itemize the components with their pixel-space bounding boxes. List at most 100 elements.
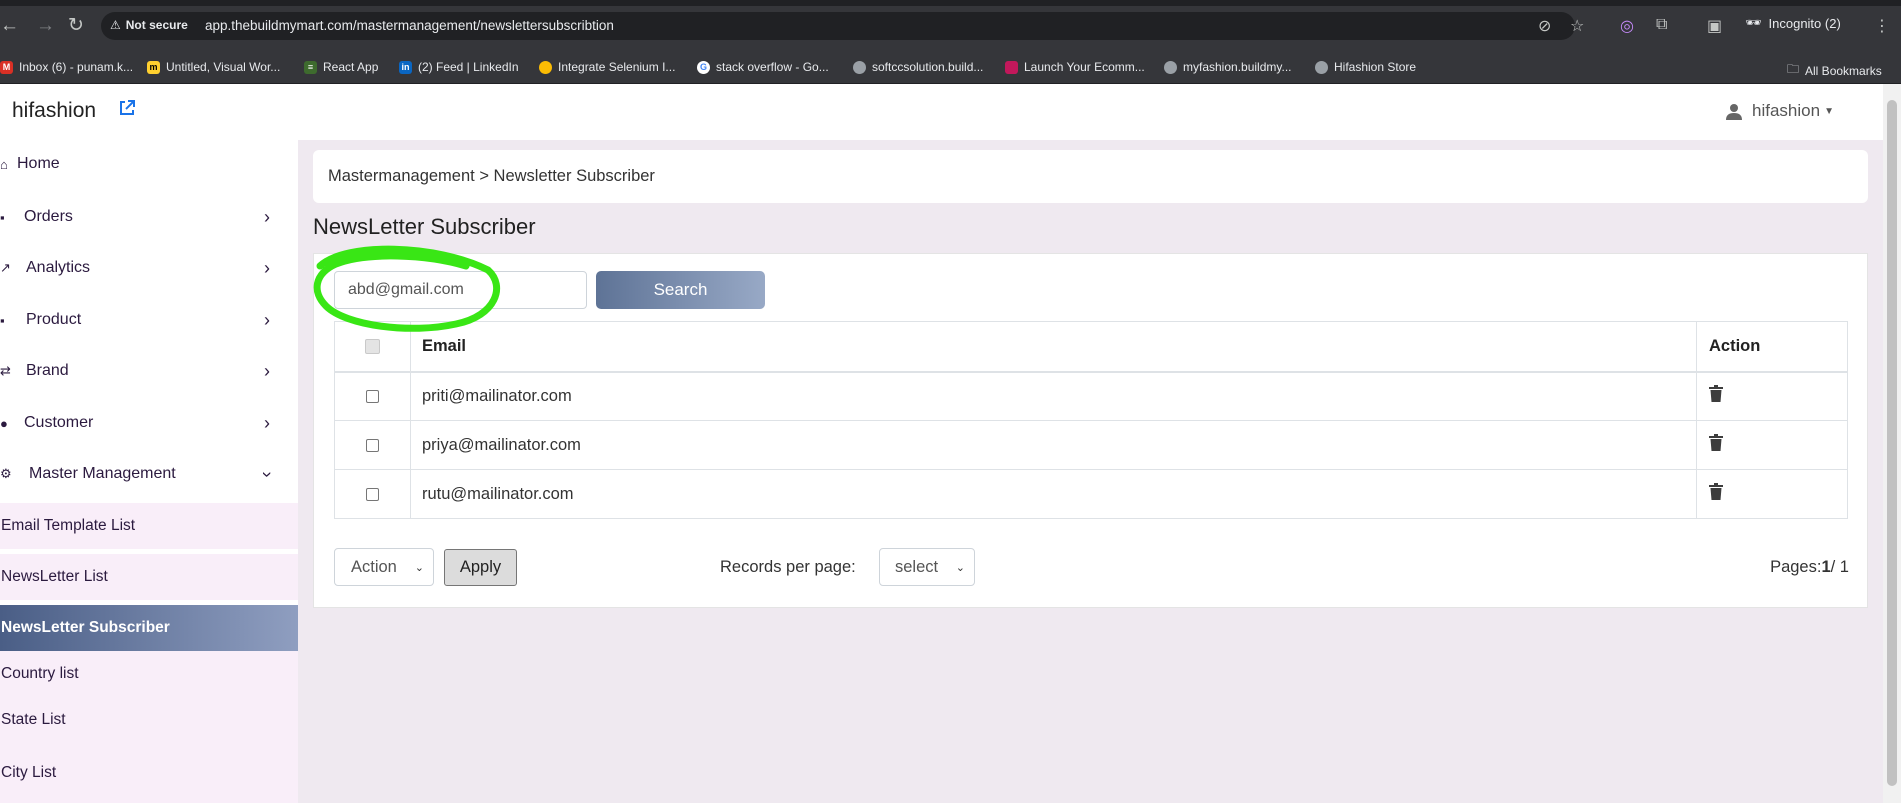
user-icon (1726, 103, 1742, 120)
globe-icon (1315, 60, 1328, 74)
bulk-action-select[interactable]: Action ⌄ (334, 548, 434, 586)
row-checkbox[interactable] (366, 438, 379, 452)
chevron-right-icon: › (264, 360, 270, 381)
sidebar-item-label: Analytics (26, 259, 91, 276)
extensions-icon[interactable]: ⧉ (1656, 16, 1667, 34)
records-per-page-label: Records per page: (720, 558, 856, 576)
email-cell: priti@mailinator.com (410, 371, 1697, 421)
sidebar-item-customer[interactable]: ● Customer › (0, 399, 298, 447)
menu-icon[interactable]: ⋮ (1874, 16, 1890, 36)
forward-icon[interactable]: → (36, 16, 55, 35)
sidebar-item-orders[interactable]: ▪ Orders › (0, 193, 298, 241)
gmail-icon: M (0, 60, 13, 74)
email-search-input[interactable] (334, 271, 587, 309)
submenu-item-email-template-list[interactable]: Email Template List (0, 503, 298, 549)
submenu-item-city-list[interactable]: City List (0, 743, 298, 803)
subscriber-panel: Search Email Action priti@mailinator.com… (313, 245, 1868, 608)
bookmark[interactable]: Launch Your Ecomm... (1005, 60, 1145, 74)
bookmark[interactable]: myfashion.buildmy... (1164, 60, 1292, 74)
chevron-right-icon: › (264, 257, 270, 278)
trash-icon[interactable] (1709, 434, 1723, 451)
linkedin-icon: in (399, 60, 412, 74)
trash-icon[interactable] (1709, 483, 1723, 500)
eye-off-icon[interactable]: ⊘ (1538, 16, 1551, 36)
subscriber-table: Email Action priti@mailinator.com priya@… (334, 321, 1848, 519)
home-icon: ⌂ (0, 156, 8, 172)
incognito-label: Incognito (2) (1768, 15, 1841, 31)
side-panel-icon[interactable]: ▣ (1707, 16, 1722, 36)
row-checkbox[interactable] (366, 487, 379, 501)
chevron-down-icon: ⌄ (955, 561, 965, 574)
table-row: rutu@mailinator.com (334, 469, 1848, 519)
trash-icon[interactable] (1709, 385, 1723, 403)
apply-button[interactable]: Apply (444, 549, 517, 586)
all-bookmarks[interactable]: 🗀 All Bookmarks (1787, 60, 1882, 81)
pagination-info: Pages:1/ 1 (1770, 558, 1849, 576)
records-per-page-select[interactable]: select ⌄ (879, 548, 975, 586)
external-link-icon[interactable] (118, 99, 136, 122)
globe-icon (1164, 60, 1177, 74)
sidebar-item-product[interactable]: ▪ Product › (0, 296, 298, 344)
google-icon: G (697, 60, 710, 74)
bookmark[interactable]: m Untitled, Visual Wor... (147, 60, 280, 74)
sidebar-item-home[interactable]: ⌂ Home (0, 140, 298, 188)
security-label: Not secure (125, 18, 188, 32)
url-text[interactable]: app.thebuildmymart.com/mastermanagement/… (205, 18, 614, 33)
table-row: priya@mailinator.com (334, 420, 1848, 470)
app-root: hifashion hifashion ▼ ⌂ Home ▪ Orders › … (0, 84, 1883, 803)
incognito-icon: 🕶 (1745, 15, 1762, 30)
back-icon[interactable]: ← (0, 16, 19, 35)
sidebar-item-analytics[interactable]: ↗ Analytics › (0, 244, 298, 292)
chevron-right-icon: › (264, 206, 270, 227)
bookmark[interactable]: M Inbox (6) - punam.k... (0, 60, 133, 74)
caret-down-icon: ▼ (1824, 105, 1834, 117)
brand-name[interactable]: hifashion (12, 99, 96, 123)
email-cell: rutu@mailinator.com (410, 469, 1697, 519)
row-checkbox[interactable] (366, 389, 379, 403)
incognito-chip[interactable]: 🕶 Incognito (2) (1745, 15, 1841, 31)
store-icon (1005, 60, 1018, 74)
table-row: priti@mailinator.com (334, 371, 1848, 421)
page-scrollbar[interactable] (1883, 84, 1901, 803)
user-name: hifashion (1752, 101, 1821, 120)
bookmark[interactable]: Gstack overflow - Go... (697, 60, 829, 74)
email-cell: priya@mailinator.com (410, 420, 1697, 470)
sidebar-item-label: Product (26, 311, 82, 328)
user-menu[interactable]: hifashion ▼ (1726, 101, 1834, 121)
top-navbar: hifashion hifashion ▼ (0, 84, 1883, 140)
email-column-header: Email (410, 321, 1697, 373)
reload-icon[interactable]: ↻ (68, 16, 84, 35)
brand-icon: ⇄ (0, 363, 11, 378)
chevron-right-icon: › (264, 412, 270, 433)
browser-toolbar: ← → ↻ ⚠ Not secure app.thebuildmymart.co… (0, 0, 1901, 51)
bag-icon: ▪ (0, 209, 5, 225)
bookmark[interactable]: in (2) Feed | LinkedIn (399, 60, 519, 74)
box-icon: ▪ (0, 312, 5, 328)
bookmark[interactable]: softccsolution.build... (853, 60, 983, 74)
bookmark[interactable]: Integrate Selenium I... (539, 60, 675, 74)
extension-color-icon[interactable]: ◎ (1620, 16, 1634, 36)
submenu-item-state-list[interactable]: State List (0, 697, 298, 743)
submenu-item-newsletter-list[interactable]: NewsLetter List (0, 554, 298, 600)
star-icon[interactable]: ☆ (1570, 16, 1584, 36)
security-chip[interactable]: ⚠ Not secure (110, 18, 188, 32)
submenu-item-newsletter-subscriber[interactable]: NewsLetter Subscriber (0, 605, 298, 651)
scrollbar-thumb[interactable] (1887, 100, 1897, 786)
warning-icon: ⚠ (110, 18, 121, 32)
sidebar: ⌂ Home ▪ Orders › ↗ Analytics › ▪ Produc… (0, 140, 298, 803)
bookmark[interactable]: Hifashion Store (1315, 60, 1416, 74)
submenu-item-country-list[interactable]: Country list (0, 651, 298, 697)
chrome-icon (539, 60, 552, 74)
sidebar-item-label: Orders (24, 208, 73, 225)
sidebar-item-label: Customer (24, 414, 94, 431)
bookmark[interactable]: ≡ React App (304, 60, 378, 74)
sidebar-item-master-management[interactable]: ⚙ Master Management › (0, 450, 298, 498)
react-icon: ≡ (304, 60, 317, 74)
search-button[interactable]: Search (596, 271, 765, 309)
user-icon: ● (0, 415, 8, 431)
select-all-checkbox[interactable] (365, 338, 380, 354)
select-all-header (334, 321, 411, 373)
chevron-down-icon: › (257, 471, 278, 477)
page-title: NewsLetter Subscriber (313, 214, 536, 239)
sidebar-item-brand[interactable]: ⇄ Brand › (0, 347, 298, 395)
